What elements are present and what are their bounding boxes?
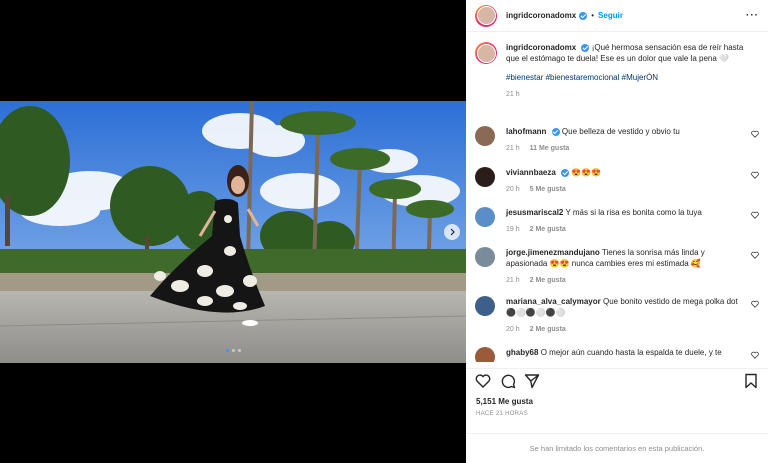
author-avatar[interactable] xyxy=(475,4,497,27)
comment-text: Que belleza de vestido y obvio tu xyxy=(561,127,680,136)
verified-badge-icon xyxy=(561,168,570,177)
comment-username[interactable]: viviannbaeza xyxy=(506,168,556,177)
separator-dot: • xyxy=(591,11,595,20)
post-header: ingridcoronadomx • Seguir ··· xyxy=(466,0,768,32)
caption-hashtags[interactable]: #bienestar #bienestaremocional #MujerÓN xyxy=(506,72,746,83)
verified-badge-icon xyxy=(579,11,588,20)
comments-limited-notice: Se han limitado los comentarios en esta … xyxy=(466,433,768,463)
caption-item: ingridcoronadomx ¡Qué hermosa sensación … xyxy=(475,42,759,100)
comments-list[interactable]: ingridcoronadomx ¡Qué hermosa sensación … xyxy=(466,38,768,362)
author-username[interactable]: ingridcoronadomx xyxy=(506,11,576,20)
author-avatar[interactable] xyxy=(475,42,497,64)
share-icon[interactable] xyxy=(524,373,540,389)
comment-username[interactable]: jorge.jimenezmandujano xyxy=(506,248,600,257)
comment-time: 20 h xyxy=(506,326,520,333)
heart-icon[interactable] xyxy=(751,171,759,179)
verified-badge-icon xyxy=(581,43,590,52)
heart-icon[interactable] xyxy=(751,300,759,308)
post-actions-bar xyxy=(466,368,768,390)
comment-item: jorge.jimenezmandujano Tienes la sonrisa… xyxy=(475,247,759,286)
carousel-dot xyxy=(231,349,235,352)
comment-time: 21 h xyxy=(506,277,520,284)
comment-likes[interactable]: 2 Me gusta xyxy=(530,226,566,233)
comment-username[interactable]: mariana_alva_calymayor xyxy=(506,297,601,306)
comment-item: jesusmariscal2 Y más si la risa es bonit… xyxy=(475,207,759,235)
media-panel xyxy=(0,0,466,463)
comment-icon[interactable] xyxy=(500,373,516,389)
verified-badge-icon xyxy=(551,127,560,136)
post-photo[interactable] xyxy=(0,101,466,363)
caption-username[interactable]: ingridcoronadomx xyxy=(506,43,576,52)
instagram-post-view: ingridcoronadomx • Seguir ··· ingridcoro… xyxy=(0,0,768,463)
comment-item: ghaby68 O mejor aún cuando hasta la espa… xyxy=(475,347,759,362)
comment-likes[interactable]: 5 Me gusta xyxy=(530,186,566,193)
comment-likes[interactable]: 11 Me gusta xyxy=(530,145,570,152)
post-timestamp[interactable]: HACE 21 HORAS xyxy=(476,411,528,417)
comment-username[interactable]: ghaby68 xyxy=(506,348,538,357)
next-photo-button[interactable] xyxy=(444,224,460,240)
comment-item: lahofmann Que belleza de vestido y obvio… xyxy=(475,126,759,154)
photo-illustration xyxy=(0,101,466,363)
carousel-indicator xyxy=(0,349,466,352)
heart-icon[interactable] xyxy=(751,351,759,359)
comment-username[interactable]: lahofmann xyxy=(506,127,546,136)
commenter-avatar[interactable] xyxy=(475,247,495,267)
post-details-panel: ingridcoronadomx • Seguir ··· ingridcoro… xyxy=(466,0,768,463)
comment-time: 21 h xyxy=(506,145,520,152)
bookmark-icon[interactable] xyxy=(743,373,759,389)
caption-time: 21 h xyxy=(506,91,520,98)
heart-icon[interactable] xyxy=(751,211,759,219)
commenter-avatar[interactable] xyxy=(475,167,495,187)
comment-text: Y más si la risa es bonita como la tuya xyxy=(565,208,702,217)
comment-item: viviannbaeza 😍😍😍 20 h 5 Me gusta xyxy=(475,167,759,195)
comment-item: mariana_alva_calymayor Que bonito vestid… xyxy=(475,296,759,335)
comment-text: 😍😍😍 xyxy=(571,168,602,177)
commenter-avatar[interactable] xyxy=(475,207,495,227)
comment-text: O mejor aún cuando hasta la espalda te d… xyxy=(540,348,722,357)
commenter-avatar[interactable] xyxy=(475,347,495,362)
carousel-dot xyxy=(225,349,229,352)
comment-time: 19 h xyxy=(506,226,520,233)
commenter-avatar[interactable] xyxy=(475,296,495,316)
likes-count[interactable]: 5,151 Me gusta xyxy=(476,397,533,406)
heart-icon[interactable] xyxy=(475,373,491,389)
more-options-icon[interactable]: ··· xyxy=(746,10,759,21)
follow-button[interactable]: Seguir xyxy=(598,11,623,20)
comment-time: 20 h xyxy=(506,186,520,193)
comment-likes[interactable]: 2 Me gusta xyxy=(530,326,566,333)
comment-likes[interactable]: 2 Me gusta xyxy=(530,277,566,284)
heart-icon[interactable] xyxy=(751,130,759,138)
heart-icon[interactable] xyxy=(751,251,759,259)
chevron-right-icon xyxy=(450,228,455,236)
commenter-avatar[interactable] xyxy=(475,126,495,146)
comment-username[interactable]: jesusmariscal2 xyxy=(506,208,563,217)
carousel-dot xyxy=(237,349,241,352)
